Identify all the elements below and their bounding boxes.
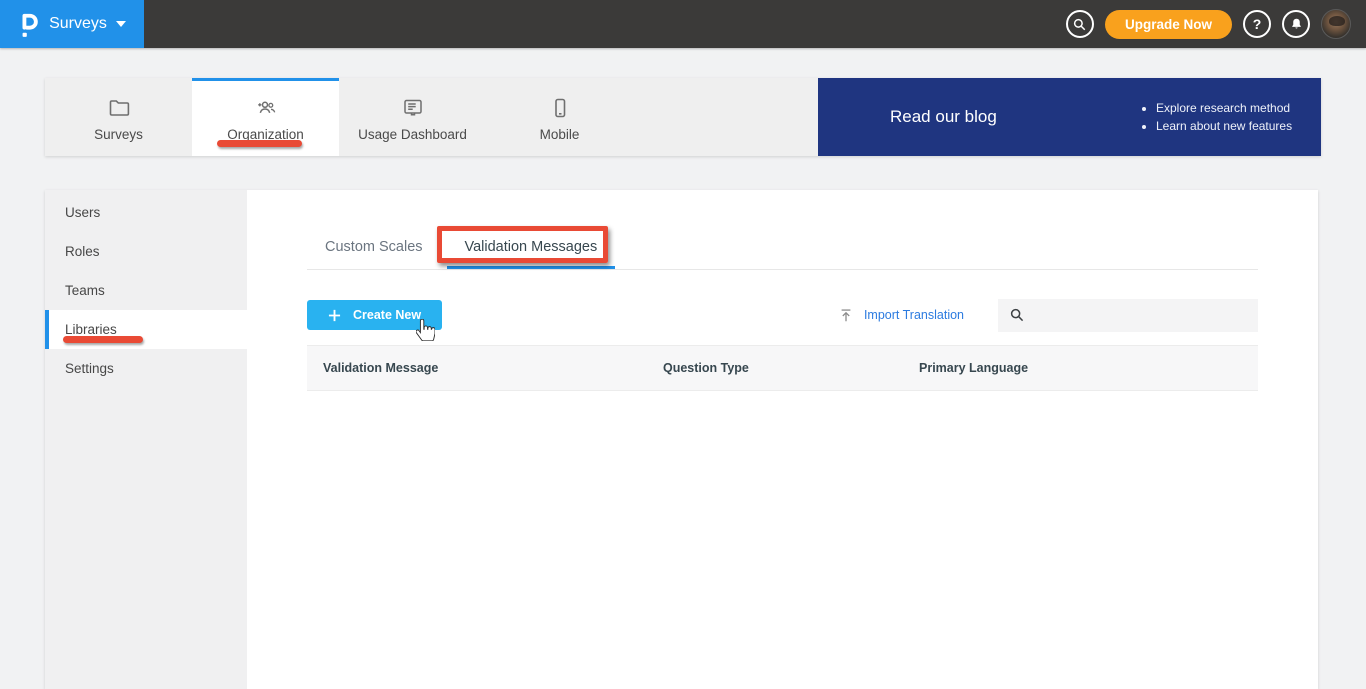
sidebar-item-label: Teams	[65, 283, 105, 298]
nav-tab-surveys[interactable]: Surveys	[45, 78, 192, 156]
sidebar-item-label: Settings	[65, 361, 114, 376]
sidebar-item-users[interactable]: Users	[45, 193, 247, 232]
topbar: Surveys Upgrade Now ?	[0, 0, 1366, 48]
sidebar-item-libraries[interactable]: Libraries	[45, 310, 247, 349]
column-header-validation-message: Validation Message	[323, 361, 439, 375]
help-button[interactable]: ?	[1243, 10, 1271, 38]
search-button[interactable]	[1065, 10, 1094, 38]
notifications-button[interactable]	[1282, 10, 1310, 38]
nav-tab-label: Organization	[227, 126, 304, 142]
tab-label: Validation Messages	[464, 238, 598, 255]
sidebar-item-label: Roles	[65, 244, 100, 259]
search-icon	[1072, 17, 1087, 32]
blog-bullet: Explore research method	[1156, 101, 1292, 115]
nav-tab-label: Mobile	[539, 126, 580, 142]
create-new-label: Create New	[353, 308, 422, 322]
tab-label: Custom Scales	[325, 238, 423, 255]
table-search-box[interactable]	[998, 298, 1258, 332]
nav-tab-mobile[interactable]: Mobile	[486, 78, 633, 156]
import-translation-label: Import Translation	[863, 308, 964, 322]
search-icon	[1009, 307, 1025, 323]
questionpro-logo-icon	[18, 9, 40, 39]
libraries-tabs: Custom Scales Validation Messages	[307, 227, 1258, 270]
blog-bullet: Learn about new features	[1156, 119, 1292, 133]
nav-tab-usage-dashboard[interactable]: Usage Dashboard	[339, 78, 486, 156]
sidebar-item-roles[interactable]: Roles	[45, 232, 247, 271]
toolbar-right: Import Translation	[838, 298, 1258, 332]
organization-sidebar: Users Roles Teams Libraries Settings	[45, 190, 247, 689]
search-input[interactable]	[1033, 306, 1258, 324]
toolbar: Create New Import Translation	[307, 298, 1258, 332]
product-label: Surveys	[49, 15, 107, 32]
column-header-question-type: Question Type	[663, 361, 749, 375]
question-mark-icon: ?	[1252, 16, 1262, 32]
user-avatar[interactable]	[1321, 9, 1351, 39]
top-navigation-card: Surveys Organization Usage Dashboard Mob…	[45, 78, 1321, 156]
nav-tab-label: Surveys	[94, 126, 143, 142]
folder-icon	[107, 96, 131, 120]
topbar-actions: Upgrade Now ?	[1065, 0, 1351, 48]
bell-icon	[1289, 16, 1304, 32]
libraries-content: Custom Scales Validation Messages Create…	[247, 190, 1318, 689]
nav-tab-organization[interactable]: Organization	[192, 78, 339, 156]
blog-panel-title: Read our blog	[890, 107, 997, 126]
tab-validation-messages[interactable]: Validation Messages	[446, 227, 616, 269]
people-add-icon	[254, 96, 278, 120]
product-switcher[interactable]: Surveys	[0, 0, 144, 48]
nav-tab-label: Usage Dashboard	[358, 126, 467, 142]
plus-icon	[328, 309, 341, 322]
upgrade-now-button[interactable]: Upgrade Now	[1104, 9, 1232, 39]
validation-table-header: Validation Message Question Type Primary…	[307, 345, 1258, 391]
create-new-button[interactable]: Create New	[307, 300, 443, 330]
blog-panel-bullets: Explore research method Learn about new …	[1140, 97, 1292, 137]
upload-icon	[838, 307, 854, 324]
blog-promo-panel[interactable]: Read our blog Explore research method Le…	[818, 78, 1321, 156]
main-content-card: Users Roles Teams Libraries Settings Cus…	[45, 190, 1318, 689]
import-translation-link[interactable]: Import Translation	[838, 307, 964, 324]
tab-custom-scales[interactable]: Custom Scales	[307, 227, 441, 269]
column-header-primary-language: Primary Language	[919, 361, 1029, 375]
sidebar-item-label: Libraries	[65, 322, 117, 337]
chevron-down-icon	[115, 21, 126, 27]
dashboard-icon	[401, 96, 425, 120]
sidebar-item-teams[interactable]: Teams	[45, 271, 247, 310]
sidebar-item-label: Users	[65, 205, 101, 220]
mobile-icon	[548, 96, 572, 120]
sidebar-item-settings[interactable]: Settings	[45, 349, 247, 388]
